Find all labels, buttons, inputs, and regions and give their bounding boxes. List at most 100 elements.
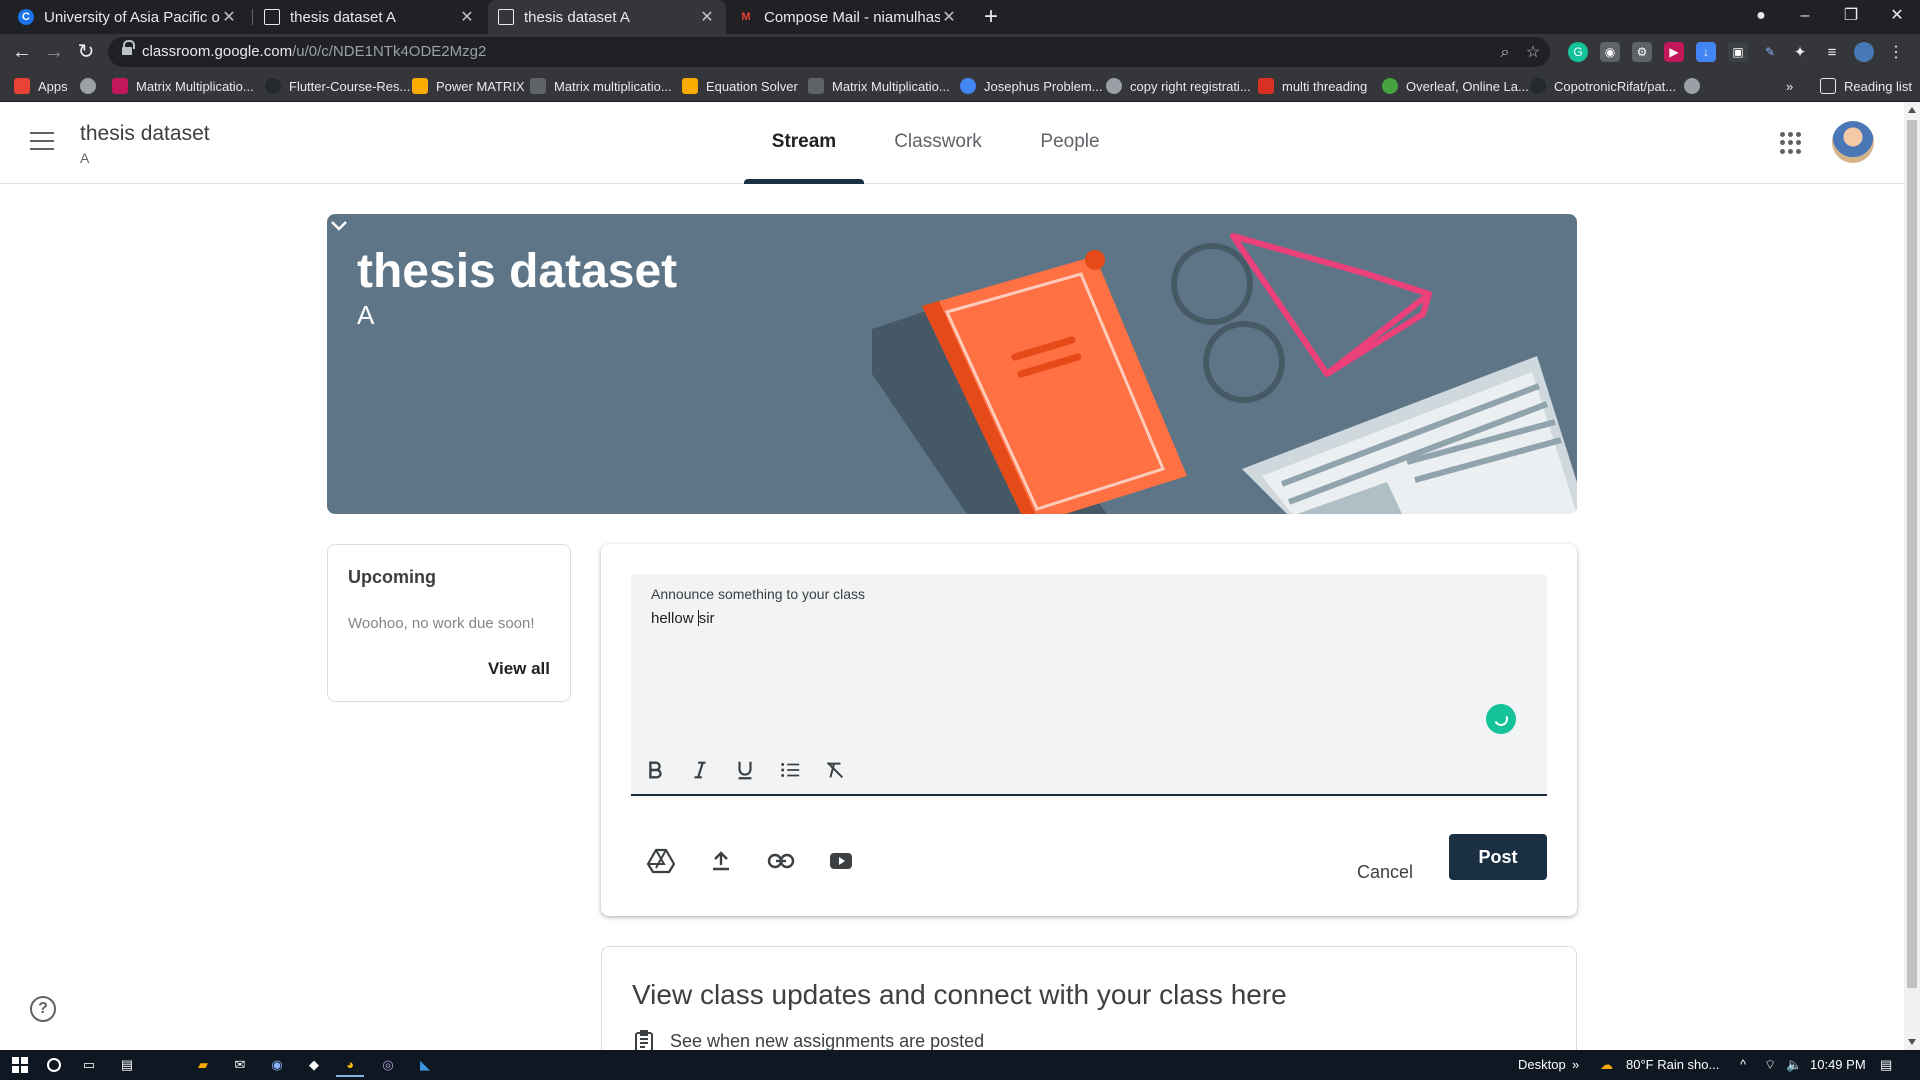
pen-extension-icon[interactable]: ✎	[1760, 42, 1780, 62]
bookmark-item[interactable]: Overleaf, Online La...	[1382, 70, 1529, 102]
tab-classwork[interactable]: Classwork	[880, 102, 996, 184]
vscode-icon[interactable]: ◣	[411, 1053, 439, 1077]
bookmark-item[interactable]: copy right registrati...	[1106, 70, 1251, 102]
extension-icon[interactable]: ▣	[1728, 42, 1748, 62]
grammarly-icon[interactable]	[1486, 704, 1516, 734]
weather-icon[interactable]: ☁	[1600, 1057, 1613, 1073]
underline-icon[interactable]	[731, 756, 759, 784]
italic-icon[interactable]	[686, 756, 714, 784]
close-tab-icon[interactable]: ✕	[458, 7, 476, 27]
browser-tab[interactable]: C University of Asia Pacific on Cour ✕	[8, 0, 248, 34]
class-section: A	[80, 150, 90, 166]
bookmarks-bar: Apps Matrix Multiplicatio... Flutter-Cou…	[0, 70, 1920, 102]
close-tab-icon[interactable]: ✕	[698, 7, 716, 27]
google-apps-icon[interactable]	[1780, 132, 1802, 154]
bookmark-item[interactable]: Josephus Problem...	[960, 70, 1103, 102]
new-tab-button[interactable]: +	[976, 2, 1006, 32]
forward-icon[interactable]: →	[38, 36, 70, 68]
show-hidden-icons-icon[interactable]: ^	[1740, 1057, 1746, 1072]
desktop-toolbar-label[interactable]: Desktop	[1518, 1057, 1566, 1072]
restore-button[interactable]: ❐	[1828, 0, 1874, 34]
calculator-icon[interactable]: ▤	[113, 1053, 141, 1077]
bookmark-item[interactable]: Power MATRIX	[412, 70, 525, 102]
globe-icon	[1684, 78, 1700, 94]
reload-icon[interactable]: ↻	[70, 36, 102, 68]
scroll-up-icon[interactable]	[1908, 107, 1916, 113]
close-window-button[interactable]: ✕	[1874, 0, 1920, 34]
search-icon[interactable]	[40, 1053, 68, 1077]
tab-search-icon[interactable]: ●	[1738, 0, 1784, 34]
minimize-button[interactable]: –	[1782, 0, 1828, 34]
bookmark-item[interactable]: CopotronicRifat/pat...	[1530, 70, 1676, 102]
bold-icon[interactable]	[641, 756, 669, 784]
tab-stream[interactable]: Stream	[744, 102, 864, 184]
back-icon[interactable]: ←	[6, 36, 38, 68]
page-scrollbar[interactable]	[1904, 102, 1920, 1050]
network-icon[interactable]: ⌔	[1764, 1057, 1776, 1073]
announcement-text[interactable]: hellow sir	[651, 610, 715, 627]
profile-avatar-icon[interactable]	[1854, 42, 1874, 62]
chrome-menu-icon[interactable]: ⋮	[1886, 42, 1906, 62]
browser-tab-active[interactable]: thesis dataset A ✕	[488, 0, 726, 34]
app-taskbar-icon[interactable]: ◎	[374, 1053, 402, 1077]
extensions-puzzle-icon[interactable]: ✦	[1790, 42, 1810, 62]
notifications-icon[interactable]: ▤	[1880, 1057, 1892, 1073]
bookmark-apps[interactable]: Apps	[14, 70, 68, 102]
volume-icon[interactable]: 🔈	[1786, 1057, 1802, 1073]
bookmark-item[interactable]: Matrix multiplicatio...	[530, 70, 672, 102]
extension-icon[interactable]: ⚙	[1632, 42, 1652, 62]
bookmark-item[interactable]	[1684, 70, 1708, 102]
clear-formatting-icon[interactable]	[821, 756, 849, 784]
view-all-link[interactable]: View all	[488, 659, 550, 679]
bookmark-item[interactable]: Flutter-Course-Res...	[265, 70, 410, 102]
class-name[interactable]: thesis dataset	[80, 122, 210, 146]
media-control-icon[interactable]: ≡	[1822, 42, 1842, 62]
help-icon[interactable]: ?	[30, 996, 56, 1022]
post-button[interactable]: Post	[1449, 834, 1547, 880]
camera-extension-icon[interactable]: ◉	[1600, 42, 1620, 62]
more-bookmarks-icon[interactable]: »	[1786, 70, 1793, 102]
bookmark-item[interactable]: Equation Solver	[682, 70, 798, 102]
tab-people[interactable]: People	[1030, 102, 1110, 184]
bulleted-list-icon[interactable]	[776, 756, 804, 784]
clock[interactable]: 10:49 PM	[1810, 1057, 1866, 1072]
class-banner: thesis dataset A	[327, 214, 1577, 514]
reading-list-button[interactable]: Reading list	[1820, 70, 1912, 102]
more-tray-icon[interactable]: »	[1572, 1057, 1579, 1072]
game-icon[interactable]: ◆	[300, 1053, 328, 1077]
chrome-taskbar-icon[interactable]: ◕	[336, 1053, 364, 1077]
mail-icon[interactable]: ✉	[226, 1053, 254, 1077]
upload-icon[interactable]	[704, 844, 738, 878]
windows-start-icon[interactable]	[6, 1053, 34, 1077]
grammarly-extension-icon[interactable]: G	[1568, 42, 1588, 62]
account-avatar[interactable]	[1832, 121, 1874, 163]
main-menu-icon[interactable]	[30, 132, 56, 152]
bookmark-item[interactable]	[80, 70, 104, 102]
link-icon[interactable]	[764, 844, 798, 878]
announcement-input[interactable]: Announce something to your class hellow …	[631, 574, 1547, 796]
bookmark-item[interactable]: Matrix Multiplicatio...	[112, 70, 254, 102]
bookmark-item[interactable]: Matrix Multiplicatio...	[808, 70, 950, 102]
updates-row-text: See when new assignments are posted	[670, 1030, 985, 1051]
reading-list-icon	[1820, 78, 1836, 94]
youtube-icon[interactable]	[824, 844, 858, 878]
browser-tab[interactable]: M Compose Mail - niamulhassan64 ✕	[728, 0, 968, 34]
file-explorer-icon[interactable]: ▰	[189, 1053, 217, 1077]
chevron-down-icon[interactable]	[327, 214, 351, 238]
messenger-icon[interactable]: ◉	[263, 1053, 291, 1077]
close-tab-icon[interactable]: ✕	[220, 7, 238, 27]
zoom-icon[interactable]: ⌕	[1494, 42, 1516, 64]
download-extension-icon[interactable]: ↓	[1696, 42, 1716, 62]
address-bar[interactable]: classroom.google.com/u/0/c/NDE1NTk4ODE2M…	[108, 37, 1550, 67]
weather-text[interactable]: 80°F Rain sho...	[1626, 1057, 1719, 1072]
extension-icon[interactable]: ▶	[1664, 42, 1684, 62]
scroll-down-icon[interactable]	[1908, 1039, 1916, 1045]
scrollbar-thumb[interactable]	[1907, 120, 1917, 988]
task-view-icon[interactable]: ▭	[75, 1053, 103, 1077]
bookmark-star-icon[interactable]: ☆	[1522, 42, 1544, 64]
close-tab-icon[interactable]: ✕	[940, 7, 958, 27]
cancel-button[interactable]: Cancel	[1339, 854, 1431, 890]
browser-tab[interactable]: thesis dataset A ✕	[254, 0, 486, 34]
google-drive-icon[interactable]	[644, 844, 678, 878]
bookmark-item[interactable]: multi threading	[1258, 70, 1367, 102]
